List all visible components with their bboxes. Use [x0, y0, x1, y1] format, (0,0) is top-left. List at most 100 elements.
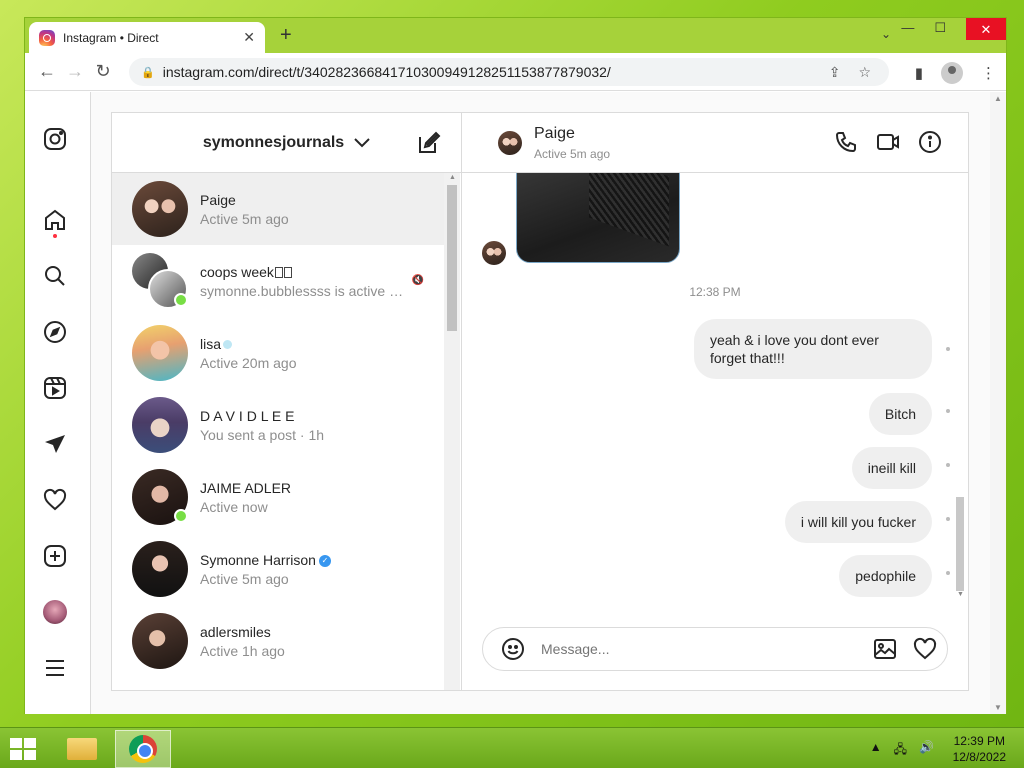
- chevron-down-icon[interactable]: [354, 135, 370, 151]
- more-menu-icon[interactable]: [42, 655, 68, 681]
- thread-item-jaime-adler[interactable]: JAIME ADLER Active now: [112, 461, 444, 533]
- clock-time: 12:39 PM: [953, 734, 1005, 748]
- address-bar[interactable]: 🔒 instagram.com/direct/t/340282366841710…: [129, 58, 889, 86]
- account-header: symonnesjournals: [112, 113, 461, 173]
- file-explorer-taskbar-button[interactable]: [54, 730, 110, 768]
- new-tab-button[interactable]: +: [280, 24, 292, 47]
- conversation-info-icon[interactable]: [918, 130, 942, 154]
- thread-name: D A V I D L E E: [200, 407, 295, 424]
- network-icon[interactable]: 🖧: [894, 740, 907, 761]
- thread-text: Paige Active 5m ago: [200, 192, 289, 227]
- tab-close-icon[interactable]: ✕: [243, 29, 255, 46]
- bookmark-star-icon[interactable]: ☆: [858, 64, 871, 81]
- thread-text: Symonne Harrison ✓ Active 5m ago: [200, 552, 331, 587]
- scrollbar-thumb[interactable]: [447, 185, 457, 331]
- home-icon[interactable]: [42, 207, 68, 233]
- chat-partner-name[interactable]: Paige: [534, 125, 575, 143]
- share-icon[interactable]: ⇪: [829, 64, 841, 81]
- like-heart-icon[interactable]: [913, 637, 937, 661]
- conversation-header: Paige Active 5m ago: [462, 113, 968, 173]
- message-thread: 12:38 PM yeah & i love you dont ever for…: [462, 173, 968, 603]
- maximize-button[interactable]: ☐: [934, 18, 946, 40]
- side-panel-icon[interactable]: ▮: [915, 64, 923, 82]
- profile-avatar-icon[interactable]: [941, 62, 963, 84]
- logo-pane: [24, 738, 36, 748]
- thread-item-adlersmiles[interactable]: adlersmiles Active 1h ago: [112, 605, 444, 677]
- shared-photo-message[interactable]: [516, 173, 680, 263]
- emoji-picker-icon[interactable]: [501, 637, 525, 661]
- message-bubble[interactable]: pedophile: [839, 555, 932, 597]
- message-bubble[interactable]: i will kill you fucker: [784, 501, 932, 543]
- seen-indicator: [946, 517, 950, 521]
- thread-text: JAIME ADLER Active now: [200, 480, 291, 515]
- new-message-compose-icon[interactable]: [417, 131, 441, 155]
- tab-search-chevron-icon[interactable]: ⌄: [881, 27, 891, 41]
- sender-avatar: [482, 241, 506, 265]
- profile-avatar[interactable]: [43, 600, 67, 624]
- conversation-actions: [834, 130, 942, 154]
- folder-icon: [67, 738, 97, 760]
- tab-strip: Instagram • Direct ✕ + ⌄ — ☐ ✕: [25, 18, 1006, 53]
- browser-toolbar: ← → ↻ 🔒 instagram.com/direct/t/340282366…: [25, 53, 1006, 91]
- direct-inbox: symonnesjournals Paige Active 5m ago coo…: [111, 112, 969, 691]
- seen-indicator: [946, 571, 950, 575]
- window-controls: — ☐ ✕: [901, 18, 1006, 40]
- instagram-page: symonnesjournals Paige Active 5m ago coo…: [25, 92, 991, 714]
- thread-item-lisa[interactable]: lisa Active 20m ago: [112, 317, 444, 389]
- conversation-scrollbar[interactable]: ▼: [952, 173, 968, 603]
- scroll-down-arrow-icon[interactable]: ▼: [994, 703, 1002, 712]
- thread-status: Active 20m ago: [200, 354, 297, 371]
- close-window-button[interactable]: ✕: [966, 18, 1006, 40]
- page-scrollbar[interactable]: ▲ ▼: [990, 92, 1006, 714]
- scroll-down-arrow-icon[interactable]: ▼: [957, 591, 964, 598]
- thread-list-scrollbar[interactable]: ▲: [444, 173, 460, 690]
- thread-avatar: [132, 325, 188, 381]
- message-bubble[interactable]: Bitch: [868, 393, 932, 435]
- forward-button[interactable]: →: [61, 61, 89, 82]
- direct-messages-icon[interactable]: [42, 431, 68, 457]
- url-text[interactable]: instagram.com/direct/t/34028236684171030…: [163, 64, 829, 80]
- back-button[interactable]: ←: [33, 61, 61, 82]
- online-indicator: [174, 293, 188, 307]
- scroll-up-arrow-icon[interactable]: ▲: [994, 94, 1002, 103]
- tab-instagram-direct[interactable]: Instagram • Direct ✕: [29, 22, 265, 53]
- thread-item-coops-week[interactable]: coops week symonne.bubblessss is active …: [112, 245, 444, 317]
- search-icon[interactable]: [42, 263, 68, 289]
- thread-item-paige[interactable]: Paige Active 5m ago: [112, 173, 444, 245]
- conversation-pane: Paige Active 5m ago 12:38 PM yeah & i lo…: [462, 113, 968, 690]
- start-windows-icon[interactable]: [10, 738, 36, 760]
- emoji-glyph: [283, 267, 292, 279]
- reload-button[interactable]: ↻: [89, 61, 117, 82]
- audio-call-icon[interactable]: [834, 130, 858, 154]
- explore-compass-icon[interactable]: [42, 319, 68, 345]
- message-bubble[interactable]: yeah & i love you dont ever forget that!…: [694, 319, 932, 379]
- thread-item-symonne-harrison[interactable]: Symonne Harrison ✓ Active 5m ago: [112, 533, 444, 605]
- kebab-menu-icon[interactable]: ⋮: [981, 64, 996, 82]
- lock-icon[interactable]: 🔒: [141, 66, 155, 79]
- logo-pane: [24, 750, 36, 760]
- thread-item-davidlee[interactable]: D A V I D L E E You sent a post · 1h: [112, 389, 444, 461]
- taskbar-clock[interactable]: 12:39 PM 12/8/2022: [953, 733, 1006, 765]
- instagram-logo-icon[interactable]: [42, 126, 68, 152]
- thread-avatar: [132, 541, 188, 597]
- volume-icon[interactable]: 🔊: [919, 740, 934, 761]
- attach-photo-icon[interactable]: [873, 637, 897, 661]
- video-call-icon[interactable]: [876, 130, 900, 154]
- notifications-heart-icon[interactable]: [42, 487, 68, 513]
- minimize-button[interactable]: —: [901, 18, 914, 40]
- online-indicator: [174, 509, 188, 523]
- chrome-taskbar-button[interactable]: [115, 730, 171, 768]
- create-plus-icon[interactable]: [42, 543, 68, 569]
- message-input[interactable]: [541, 641, 873, 657]
- chat-partner-status: Active 5m ago: [534, 147, 611, 161]
- reels-icon[interactable]: [42, 375, 68, 401]
- account-switcher[interactable]: symonnesjournals: [203, 134, 344, 152]
- thread-avatar: [132, 397, 188, 453]
- chat-partner-avatar[interactable]: [498, 131, 522, 155]
- message-bubble[interactable]: ineill kill: [851, 447, 932, 489]
- scrollbar-thumb[interactable]: [956, 497, 964, 591]
- show-hidden-icons-chevron-icon[interactable]: ▲: [870, 740, 882, 761]
- scroll-up-arrow-icon[interactable]: ▲: [449, 174, 456, 181]
- bubble-emoji-icon: [223, 340, 233, 350]
- muted-speaker-icon: 🔇: [411, 275, 424, 286]
